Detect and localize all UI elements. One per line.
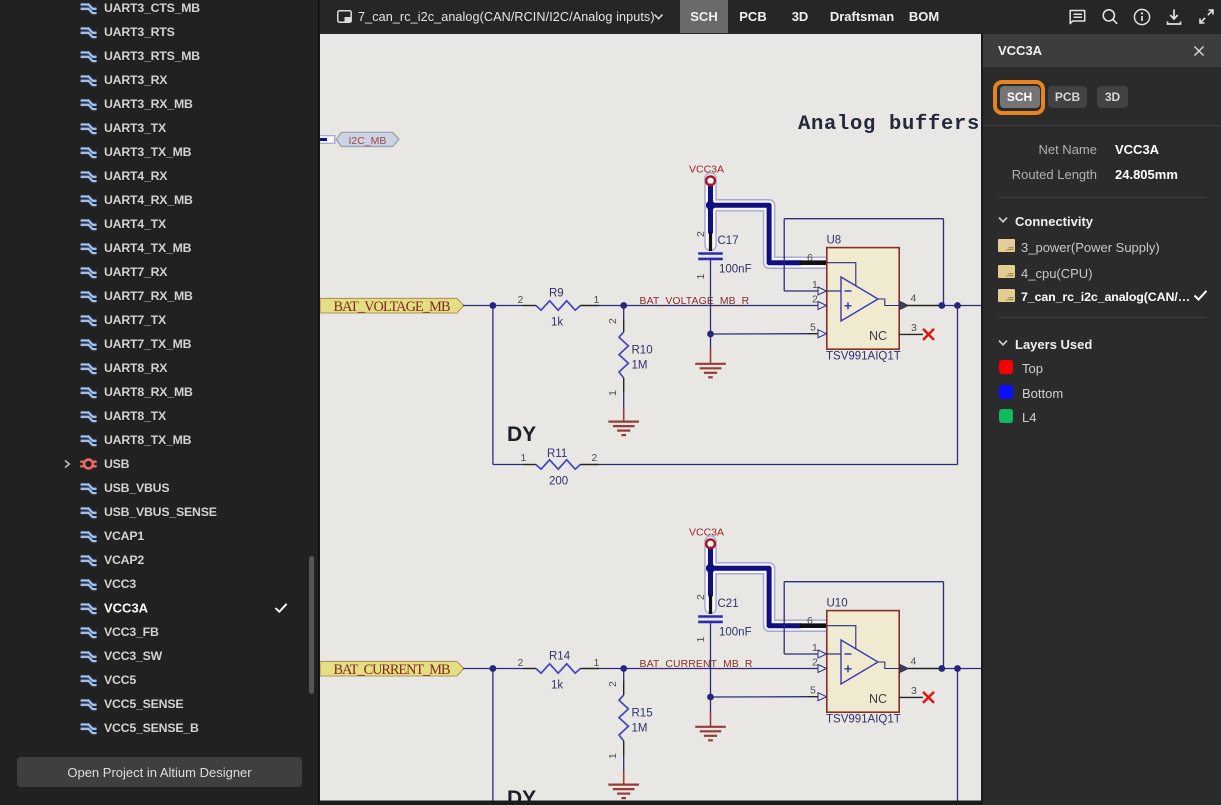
svg-text:TSV991AIQ1T: TSV991AIQ1T xyxy=(826,351,901,363)
svg-text:2: 2 xyxy=(812,657,818,669)
svg-text:3: 3 xyxy=(911,322,917,334)
svg-text:1: 1 xyxy=(594,294,600,306)
svg-text:5: 5 xyxy=(810,322,816,334)
svg-text:5: 5 xyxy=(810,685,816,697)
svg-text:NC: NC xyxy=(869,692,887,706)
svg-text:R11: R11 xyxy=(547,448,567,460)
svg-text:1: 1 xyxy=(607,753,619,759)
svg-text:2: 2 xyxy=(592,452,598,464)
svg-text:R9: R9 xyxy=(549,288,564,300)
svg-text:R14: R14 xyxy=(549,651,571,663)
svg-text:1M: 1M xyxy=(632,360,648,372)
svg-text:100nF: 100nF xyxy=(719,627,752,639)
svg-text:1: 1 xyxy=(695,274,707,280)
svg-text:200: 200 xyxy=(549,476,568,488)
svg-text:1k: 1k xyxy=(551,680,563,692)
svg-text:2: 2 xyxy=(518,294,524,306)
svg-text:VCC3A: VCC3A xyxy=(689,164,724,176)
svg-text:NC: NC xyxy=(869,329,887,343)
svg-text:TSV991AIQ1T: TSV991AIQ1T xyxy=(826,714,901,726)
svg-text:1: 1 xyxy=(521,452,527,464)
svg-text:R10: R10 xyxy=(632,345,653,357)
svg-text:U8: U8 xyxy=(827,235,842,247)
svg-text:4: 4 xyxy=(911,293,917,305)
svg-text:2: 2 xyxy=(518,657,524,669)
svg-text:1M: 1M xyxy=(632,723,648,735)
svg-text:BAT_CURRENT_MB: BAT_CURRENT_MB xyxy=(334,662,451,678)
svg-text:4: 4 xyxy=(911,656,917,668)
svg-text:I2C_MB: I2C_MB xyxy=(349,135,387,147)
svg-text:3: 3 xyxy=(911,685,917,697)
svg-text:R15: R15 xyxy=(632,708,653,720)
svg-text:BAT_VOLTAGE_MB_R: BAT_VOLTAGE_MB_R xyxy=(640,296,750,307)
svg-text:6: 6 xyxy=(807,252,813,264)
svg-text:2: 2 xyxy=(607,681,619,687)
svg-text:1k: 1k xyxy=(551,317,563,329)
svg-text:2: 2 xyxy=(695,594,707,600)
svg-text:1: 1 xyxy=(695,637,707,643)
svg-text:VCC3A: VCC3A xyxy=(689,527,724,539)
svg-text:C21: C21 xyxy=(718,598,739,610)
svg-text:100nF: 100nF xyxy=(719,264,752,276)
svg-text:2: 2 xyxy=(695,231,707,237)
svg-text:6: 6 xyxy=(807,615,813,627)
svg-text:Analog buffers: Analog buffers xyxy=(798,113,980,136)
svg-text:1: 1 xyxy=(812,642,818,654)
svg-text:DY: DY xyxy=(507,423,536,446)
svg-text:BAT_CURRENT_MB_R: BAT_CURRENT_MB_R xyxy=(640,659,753,670)
svg-text:1: 1 xyxy=(812,279,818,291)
svg-text:C17: C17 xyxy=(718,235,739,247)
svg-text:2: 2 xyxy=(607,318,619,324)
svg-text:BAT_VOLTAGE_MB: BAT_VOLTAGE_MB xyxy=(334,299,451,315)
svg-text:U10: U10 xyxy=(827,598,848,610)
svg-text:2: 2 xyxy=(812,294,818,306)
svg-text:1: 1 xyxy=(607,390,619,396)
svg-text:1: 1 xyxy=(594,657,600,669)
